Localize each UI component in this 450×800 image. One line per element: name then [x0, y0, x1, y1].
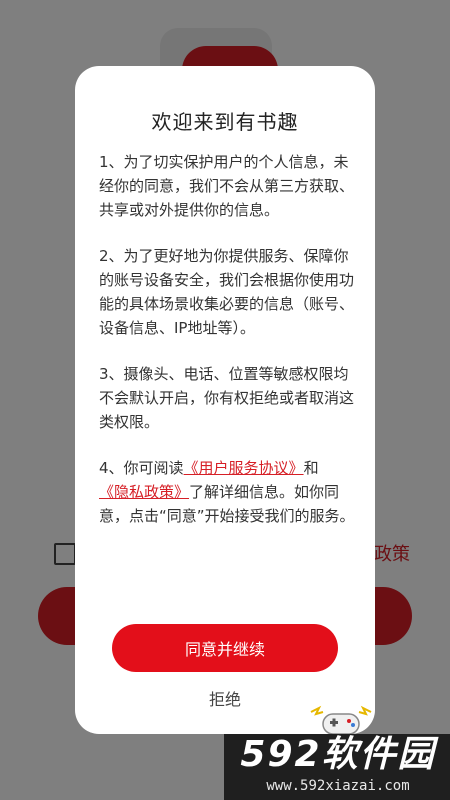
watermark-url: www.592xiazai.com — [266, 778, 410, 794]
dialog-title: 欢迎来到有书趣 — [151, 110, 299, 134]
paragraph-1: 1、为了切实保护用户的个人信息，未经你的同意，我们不会从第三方获取、共享或对外提… — [99, 153, 355, 219]
paragraph-4-middle: 和 — [303, 459, 319, 477]
dialog-body: 1、为了切实保护用户的个人信息，未经你的同意，我们不会从第三方获取、共享或对外提… — [99, 150, 357, 550]
paragraph-4: 4、你可阅读《用户服务协议》和 《隐私政策》了解详细信息。如你同意，点击“同意”开… — [99, 456, 357, 528]
user-service-agreement-link[interactable]: 《用户服务协议》 — [184, 459, 304, 477]
paragraph-4-prefix: 4、你可阅读 — [99, 459, 184, 477]
gamepad-mascot-icon — [310, 705, 372, 735]
watermark-brand: 592软件园 — [240, 734, 436, 775]
privacy-dialog: 欢迎来到有书趣 1、为了切实保护用户的个人信息，未经你的同意，我们不会从第三方获… — [75, 66, 375, 734]
agree-continue-button[interactable]: 同意并继续 — [112, 624, 338, 672]
paragraph-2: 2、为了更好地为你提供服务、保障你的账号设备安全，我们会根据你使用功能的具体场景… — [99, 247, 355, 337]
privacy-policy-link[interactable]: 《隐私政策》 — [99, 483, 189, 501]
watermark-banner: 592软件园 www.592xiazai.com — [224, 734, 450, 800]
paragraph-3: 3、摄像头、电话、位置等敏感权限均不会默认开启，你有权拒绝或者取消这类权限。 — [99, 365, 355, 431]
